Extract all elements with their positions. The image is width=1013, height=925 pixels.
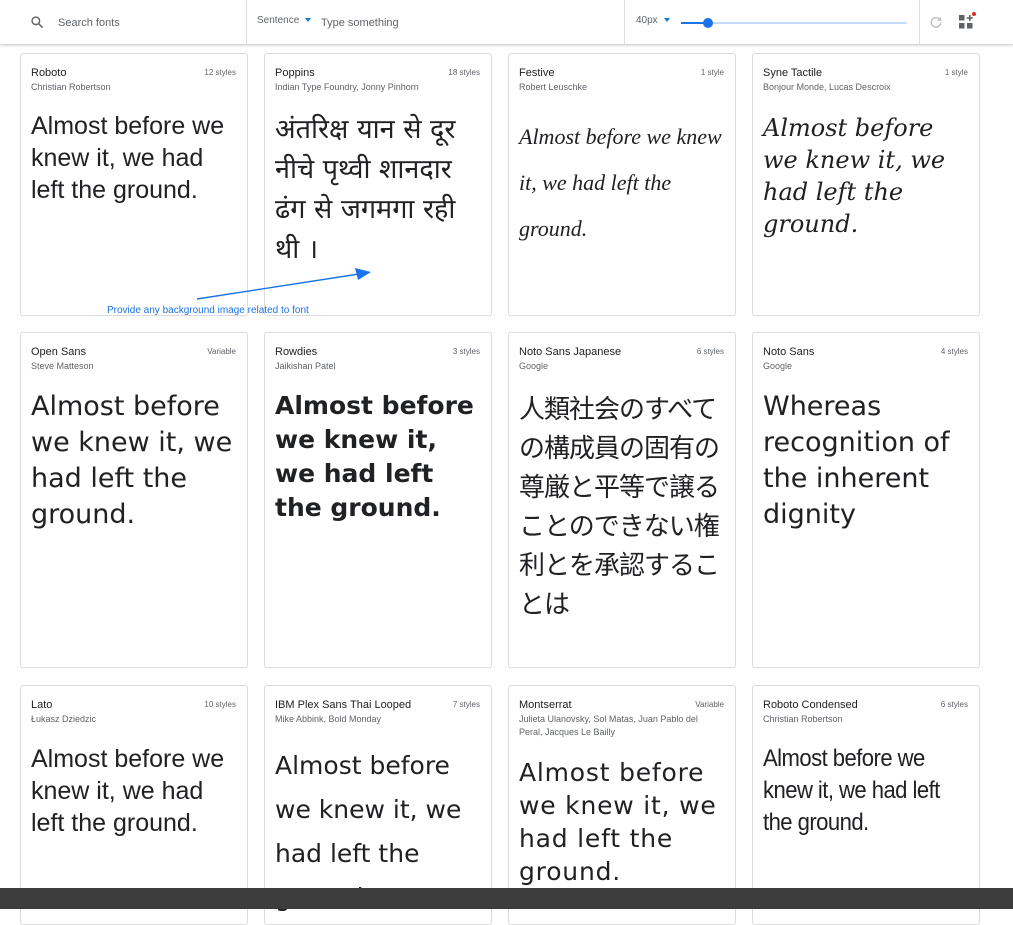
font-name: IBM Plex Sans Thai Looped xyxy=(275,699,412,711)
font-size-slider[interactable] xyxy=(681,18,907,28)
font-name: Noto Sans Japanese xyxy=(519,346,622,358)
toolbar: Sentence 40px xyxy=(0,0,1013,44)
font-name: Open Sans xyxy=(31,346,87,358)
style-count: 12 styles xyxy=(204,68,236,77)
font-size-label: 40px xyxy=(636,15,658,26)
preview-mode-label: Sentence xyxy=(257,15,300,26)
preview-text-input[interactable] xyxy=(319,12,613,34)
refresh-icon[interactable] xyxy=(929,15,943,29)
font-author: Julieta Ulanovsky, Sol Matas, Juan Pablo… xyxy=(519,714,698,737)
annotation-arrow xyxy=(196,268,371,300)
style-count: 6 styles xyxy=(696,347,724,356)
font-author: Christian Robertson xyxy=(31,82,111,92)
font-author: Mike Abbink, Bold Monday xyxy=(275,714,382,724)
style-count: 3 styles xyxy=(452,347,480,356)
chevron-down-icon xyxy=(305,18,312,23)
font-name: Montserrat xyxy=(519,699,572,711)
font-name: Roboto Condensed xyxy=(763,699,858,711)
font-name: Roboto xyxy=(31,67,67,79)
font-sample: Almost before we knew it, we had left th… xyxy=(519,758,717,886)
font-sample: Whereas recognition of the inherent dign… xyxy=(763,391,950,530)
bottom-bar xyxy=(0,888,1013,909)
font-card-rowdies[interactable]: Rowdies Jaikishan Patel 3 styles Almost … xyxy=(264,332,492,668)
style-count: 18 styles xyxy=(448,68,480,77)
font-sample: Almost before we knew it, we had left th… xyxy=(275,391,474,522)
font-name: Poppins xyxy=(275,67,315,79)
font-sample: Almost before we knew it, we had left th… xyxy=(31,391,233,530)
font-author: Google xyxy=(763,361,793,371)
notification-dot xyxy=(972,12,976,16)
style-count: 1 style xyxy=(700,68,724,77)
style-count: 7 styles xyxy=(452,700,480,709)
font-sample: अंतरिक्ष यान से दूर नीचे पृथ्वी शानदार ढ… xyxy=(275,114,456,265)
style-count: 6 styles xyxy=(940,700,968,709)
font-author: Christian Robertson xyxy=(763,714,843,724)
font-sample: Almost before we knew it, we had left th… xyxy=(763,745,940,836)
font-author: Bonjour Monde, Lucas Descroix xyxy=(763,82,891,92)
font-sample: Almost before we knew it, we had left th… xyxy=(31,745,225,837)
font-sample: Almost before we knew it, we had left th… xyxy=(31,112,225,204)
font-card-syne-tactile[interactable]: Syne Tactile Bonjour Monde, Lucas Descro… xyxy=(752,53,980,316)
font-name: Rowdies xyxy=(275,346,318,358)
font-name: Festive xyxy=(519,67,555,79)
font-author: Robert Leuschke xyxy=(519,82,588,92)
font-name: Syne Tactile xyxy=(763,67,823,79)
search-input[interactable] xyxy=(56,12,240,34)
font-card-noto-sans-japanese[interactable]: Noto Sans Japanese Google 6 styles 人類社会の… xyxy=(508,332,736,668)
font-card-open-sans[interactable]: Open Sans Steve Matteson Variable Almost… xyxy=(20,332,248,668)
font-author: Google xyxy=(519,361,549,371)
font-size-section: 40px xyxy=(624,0,920,44)
selected-families-icon[interactable] xyxy=(958,14,974,30)
slider-thumb[interactable] xyxy=(703,18,714,28)
style-count: Variable xyxy=(695,700,724,709)
annotation-note: Provide any background image related to … xyxy=(107,305,309,316)
font-sample: 人類社会のすべての構成員の固有の尊厳と平等で譲ることのできない権利とを承認するこ… xyxy=(519,395,720,620)
search-icon xyxy=(31,16,44,29)
font-name: Noto Sans xyxy=(763,346,815,358)
font-card-noto-sans[interactable]: Noto Sans Google 4 styles Whereas recogn… xyxy=(752,332,980,668)
font-author: Steve Matteson xyxy=(31,361,94,371)
font-sample: Almost before we knew it, we had left th… xyxy=(519,124,722,241)
font-author: Łukasz Dziedzic xyxy=(31,714,97,724)
font-sample: Almost before we knew it, we had left th… xyxy=(763,114,946,238)
style-count: 1 style xyxy=(944,68,968,77)
font-card-festive[interactable]: Festive Robert Leuschke 1 style Almost b… xyxy=(508,53,736,316)
style-count: 4 styles xyxy=(940,347,968,356)
style-count: 10 styles xyxy=(204,700,236,709)
font-size-select[interactable]: 40px xyxy=(636,15,670,26)
chevron-down-icon xyxy=(663,18,670,23)
font-author: Indian Type Foundry, Jonny Pinhorn xyxy=(275,82,419,92)
font-author: Jaikishan Patel xyxy=(275,361,336,371)
font-name: Lato xyxy=(31,699,53,711)
preview-mode-select[interactable]: Sentence xyxy=(257,15,312,26)
search-section xyxy=(0,0,247,44)
preview-mode-section: Sentence xyxy=(246,0,625,44)
style-count: Variable xyxy=(207,347,236,356)
